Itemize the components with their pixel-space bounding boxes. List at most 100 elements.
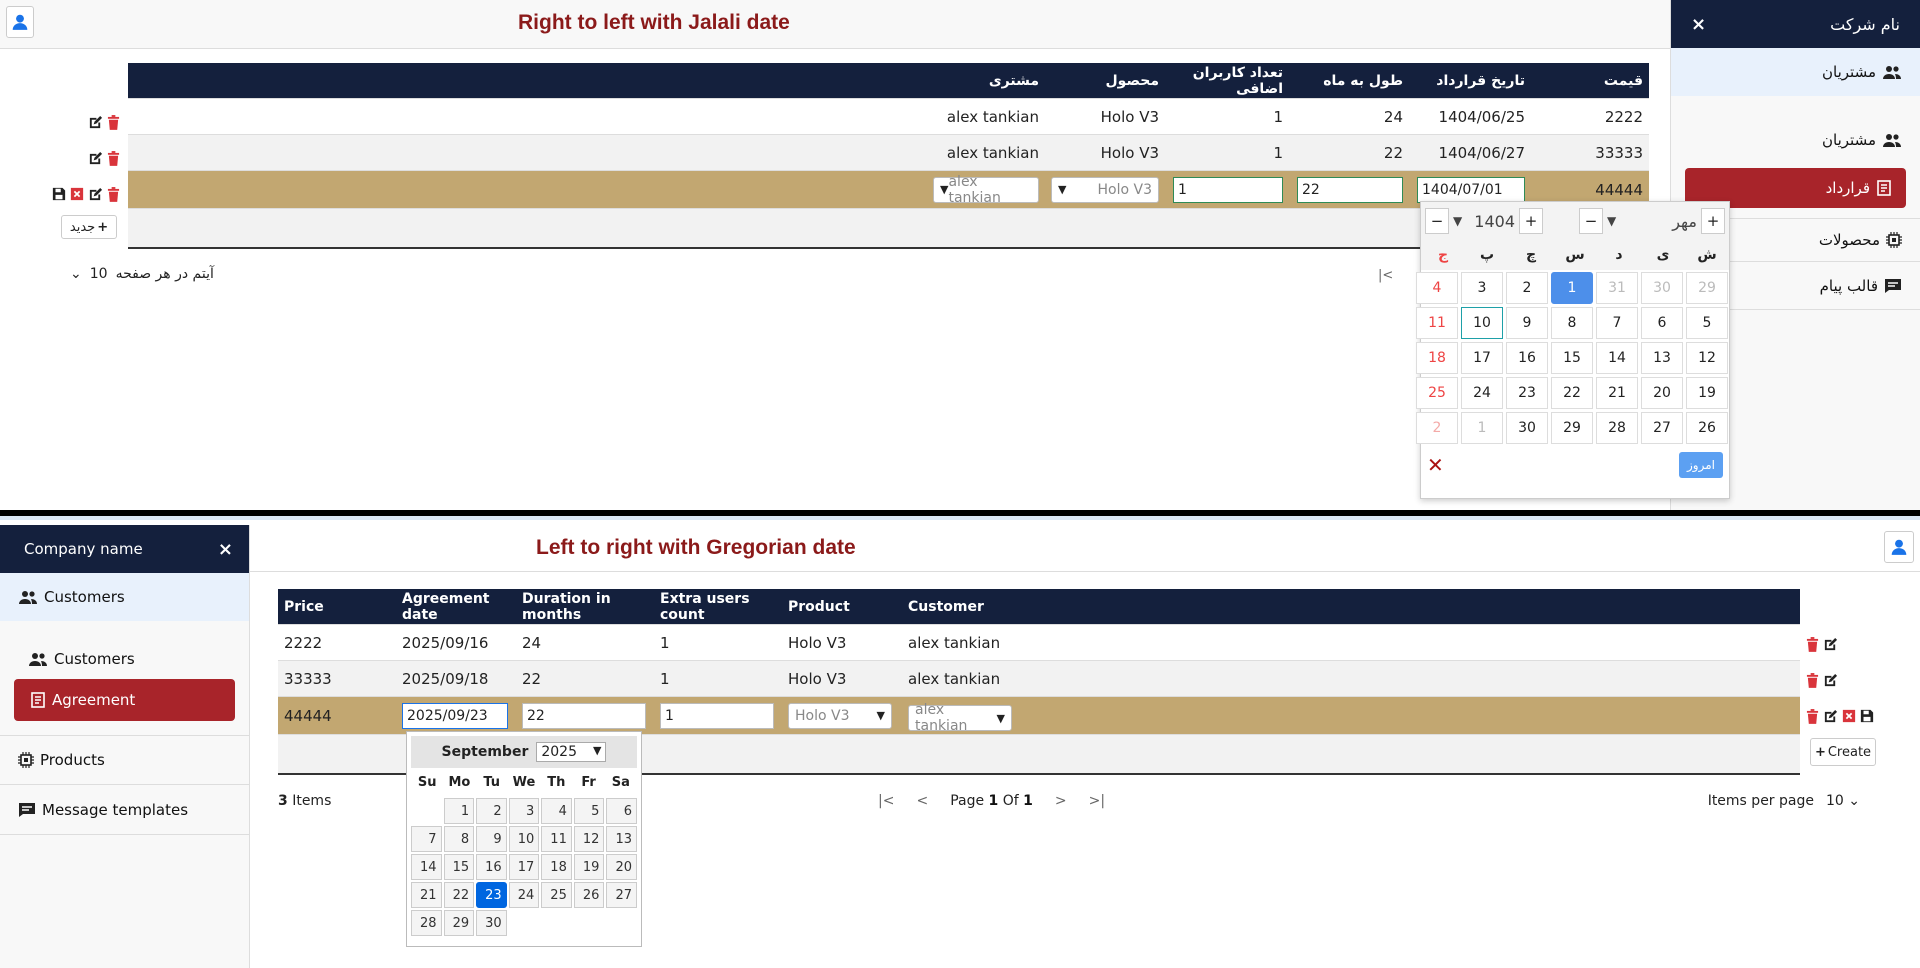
sidebar-item-customers[interactable]: Customers xyxy=(0,573,249,621)
table-row[interactable]: 33333 2025/09/18 22 1 Holo V3 alex tanki… xyxy=(278,661,1800,697)
column-header-product[interactable]: Product xyxy=(784,599,904,615)
month-select[interactable]: مهر ▼ xyxy=(1607,212,1697,231)
items-per-page[interactable]: آیتم در هر صفحه 10 ⌄ xyxy=(70,266,214,282)
delete-icon[interactable] xyxy=(107,186,120,202)
calendar-day[interactable]: 18 xyxy=(1416,342,1458,374)
calendar-day[interactable]: 3 xyxy=(508,798,540,824)
calendar-day[interactable]: 10 xyxy=(1461,307,1503,339)
calendar-day[interactable]: 7 xyxy=(411,826,442,852)
extra-users-input[interactable]: 1 xyxy=(656,702,784,729)
table-row-editing[interactable]: 44444 2025/09/23 22 1 Holo V3 ▼ alex tank… xyxy=(278,697,1800,735)
calendar-day[interactable]: 13 xyxy=(606,826,637,852)
duration-input-value[interactable]: 22 xyxy=(522,702,646,729)
calendar-day[interactable]: 29 xyxy=(1686,272,1728,304)
next-year-button[interactable]: + xyxy=(1519,208,1543,234)
user-icon[interactable] xyxy=(6,6,34,38)
sidebar-subitem-customers[interactable]: مشتریان xyxy=(1671,120,1920,160)
close-icon[interactable]: ✕ xyxy=(1427,453,1444,477)
prev-month-button[interactable]: − xyxy=(1579,208,1603,234)
sidebar-item-message-templates[interactable]: Message templates xyxy=(0,785,249,835)
calendar-day[interactable]: 7 xyxy=(1596,307,1638,339)
table-row[interactable]: 33333 1404/06/27 22 1 Holo V3 alex tanki… xyxy=(128,135,1649,171)
calendar-day[interactable]: 16 xyxy=(476,854,507,880)
calendar-day[interactable]: 27 xyxy=(1641,412,1683,444)
calendar-day[interactable]: 26 xyxy=(573,882,605,908)
calendar-day[interactable]: 20 xyxy=(606,854,637,880)
calendar-day[interactable]: 19 xyxy=(1686,377,1728,409)
next-page-icon[interactable]: > xyxy=(1055,793,1067,809)
calendar-day[interactable]: 10 xyxy=(508,826,540,852)
calendar-day[interactable]: 17 xyxy=(1461,342,1503,374)
calendar-day[interactable]: 4 xyxy=(1416,272,1458,304)
edit-icon[interactable] xyxy=(1823,673,1838,688)
calendar-day[interactable]: 3 xyxy=(1461,272,1503,304)
delete-icon[interactable] xyxy=(107,150,120,166)
date-input-value[interactable]: 1404/07/01 xyxy=(1417,176,1525,203)
column-header-duration[interactable]: طول به ماه xyxy=(1287,73,1407,89)
product-select[interactable]: Holo V3 ▼ xyxy=(784,702,904,729)
calendar-day[interactable]: 14 xyxy=(411,854,442,880)
extra-users-input-value[interactable]: 1 xyxy=(1173,176,1283,203)
customer-select[interactable]: alex tankian ▼ xyxy=(904,700,1054,734)
table-row[interactable]: 2222 2025/09/16 24 1 Holo V3 alex tankia… xyxy=(278,625,1800,661)
product-select[interactable]: ▼ Holo V3 xyxy=(1043,176,1163,203)
calendar-day[interactable]: 18 xyxy=(541,854,572,880)
today-button[interactable]: امروز xyxy=(1679,452,1723,478)
sidebar-item-products[interactable]: Products xyxy=(0,735,249,785)
calendar-day[interactable]: 9 xyxy=(476,826,507,852)
calendar-day[interactable]: 12 xyxy=(1686,342,1728,374)
cancel-icon[interactable] xyxy=(1842,709,1856,723)
close-icon[interactable]: × xyxy=(1691,14,1706,35)
create-button[interactable]: + Create xyxy=(1810,738,1876,766)
extra-users-input-value[interactable]: 1 xyxy=(660,702,774,729)
edit-icon[interactable] xyxy=(1823,637,1838,652)
new-button[interactable]: + جدید xyxy=(61,215,117,239)
save-icon[interactable] xyxy=(52,187,66,201)
table-row[interactable]: 2222 1404/06/25 24 1 Holo V3 alex tankia… xyxy=(128,99,1649,135)
calendar-day[interactable]: 19 xyxy=(573,854,605,880)
year-select[interactable]: 2025 ▼ xyxy=(536,742,607,762)
cancel-icon[interactable] xyxy=(70,187,84,201)
edit-icon[interactable] xyxy=(88,115,103,130)
save-icon[interactable] xyxy=(1860,709,1874,723)
calendar-day[interactable]: 5 xyxy=(1686,307,1728,339)
calendar-day[interactable]: 2 xyxy=(1506,272,1548,304)
edit-icon[interactable] xyxy=(1823,709,1838,724)
column-header-customer[interactable]: Customer xyxy=(904,599,1054,615)
calendar-day[interactable]: 11 xyxy=(541,826,572,852)
column-header-date[interactable]: Agreement date xyxy=(398,591,518,623)
delete-icon[interactable] xyxy=(1806,672,1819,688)
prev-page-icon[interactable]: < xyxy=(916,793,928,809)
sidebar-subitem-customers[interactable]: Customers xyxy=(0,639,249,679)
calendar-day[interactable]: 22 xyxy=(443,882,475,908)
last-page-icon[interactable]: >| xyxy=(1089,793,1105,809)
calendar-day[interactable]: 25 xyxy=(1416,377,1458,409)
calendar-day[interactable]: 22 xyxy=(1551,377,1593,409)
calendar-day[interactable]: 9 xyxy=(1506,307,1548,339)
next-month-button[interactable]: + xyxy=(1701,208,1725,234)
calendar-day[interactable]: 2 xyxy=(1416,412,1458,444)
calendar-day[interactable]: 30 xyxy=(476,910,507,936)
date-input[interactable]: 2025/09/23 xyxy=(398,702,518,729)
calendar-day[interactable]: 31 xyxy=(1596,272,1638,304)
calendar-day[interactable]: 6 xyxy=(1641,307,1683,339)
column-header-extra-users[interactable]: Extra users count xyxy=(656,591,784,623)
calendar-day[interactable]: 8 xyxy=(1551,307,1593,339)
first-page-icon[interactable]: |< xyxy=(878,793,894,809)
calendar-day[interactable]: 24 xyxy=(508,882,540,908)
items-per-page[interactable]: Items per page 10 ⌄ xyxy=(1708,793,1860,809)
edit-icon[interactable] xyxy=(88,151,103,166)
calendar-day[interactable]: 29 xyxy=(1551,412,1593,444)
calendar-day[interactable]: 27 xyxy=(606,882,637,908)
edit-icon[interactable] xyxy=(88,187,103,202)
calendar-day[interactable]: 28 xyxy=(1596,412,1638,444)
delete-icon[interactable] xyxy=(1806,708,1819,724)
calendar-day[interactable]: 24 xyxy=(1461,377,1503,409)
date-input-value[interactable]: 2025/09/23 xyxy=(402,702,508,729)
calendar-day[interactable]: 21 xyxy=(1596,377,1638,409)
calendar-day[interactable]: 26 xyxy=(1686,412,1728,444)
date-input[interactable]: 1404/07/01 xyxy=(1407,176,1529,203)
sidebar-subitem-agreement[interactable]: Agreement xyxy=(14,679,235,721)
sidebar-item-customers[interactable]: مشتریان xyxy=(1671,48,1920,96)
duration-input-value[interactable]: 22 xyxy=(1297,176,1403,203)
